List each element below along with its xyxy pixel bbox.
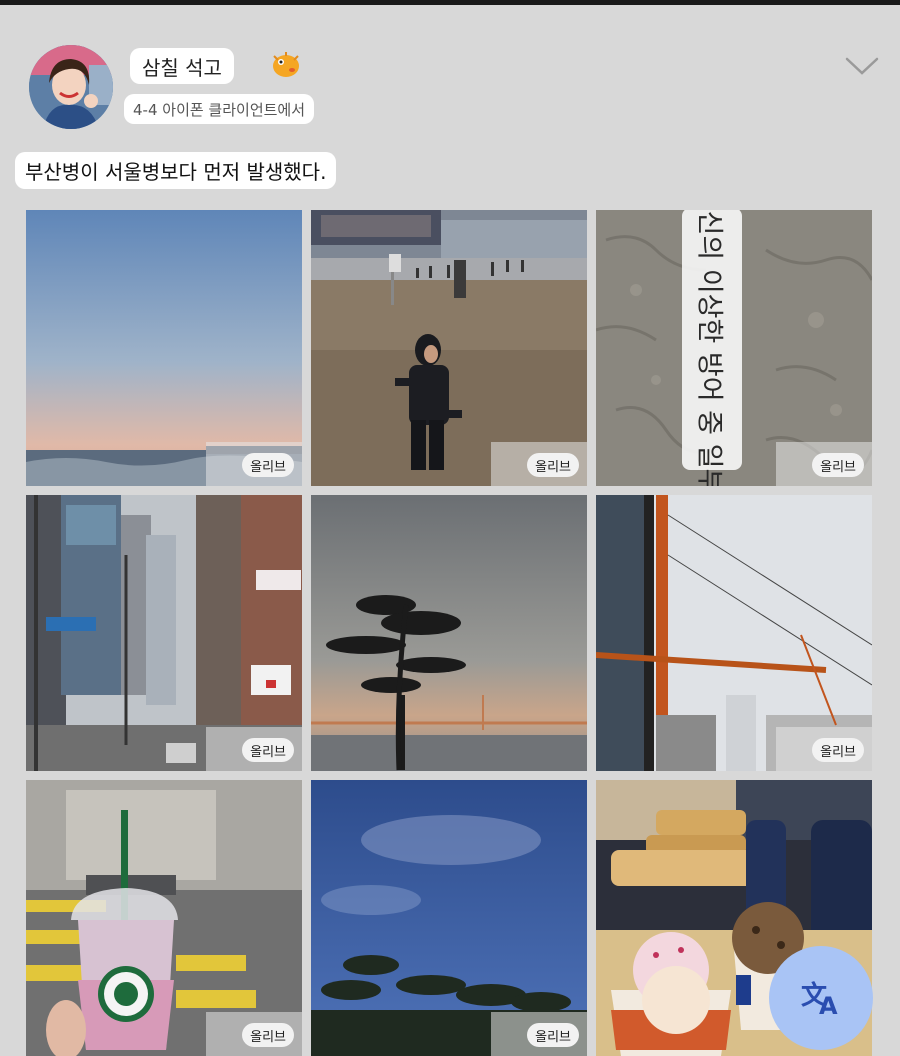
- photo-pine-blue-sky[interactable]: 올리브: [311, 780, 587, 1056]
- photo-beach-child[interactable]: 올리브: [311, 210, 587, 486]
- source-badge: 올리브: [812, 453, 864, 477]
- pufferfish-emoji: [270, 50, 302, 80]
- status-bar: [0, 0, 900, 5]
- overlay-caption: 당신의 이상한 방어 중 일부: [693, 210, 725, 486]
- post-text: 부산병이 서울병보다 먼저 발생했다.: [15, 152, 337, 189]
- translate-button[interactable]: 文 A: [769, 946, 873, 1050]
- photo-city-street[interactable]: 올리브: [26, 495, 302, 771]
- source-badge: 올리브: [527, 453, 579, 477]
- svg-text:A: A: [819, 992, 838, 1018]
- source-badge: 올리브: [242, 453, 294, 477]
- source-badge: 올리브: [527, 1023, 579, 1047]
- photo-sand-writing[interactable]: 당신의 이상한 방어 중 일부 올리브: [596, 210, 872, 486]
- source-badge: 올리브: [812, 738, 864, 762]
- client-label: 4-4 아이폰 클라이언트에서: [124, 94, 315, 124]
- avatar[interactable]: [29, 45, 113, 129]
- source-badge: 올리브: [242, 1023, 294, 1047]
- sand-overlay-text: 당신의 이상한 방어 중 일부: [682, 210, 742, 486]
- photo-starbucks-drink[interactable]: 올리브: [26, 780, 302, 1056]
- photo-construction-sky[interactable]: 올리브: [596, 495, 872, 771]
- photo-sunset-sea[interactable]: 올리브: [26, 210, 302, 486]
- author-name[interactable]: 삼칠 석고: [130, 48, 234, 84]
- photo-pine-bridge[interactable]: [311, 495, 587, 771]
- chevron-down-icon[interactable]: [845, 55, 879, 77]
- translate-icon: 文 A: [801, 980, 838, 1018]
- source-badge: 올리브: [242, 738, 294, 762]
